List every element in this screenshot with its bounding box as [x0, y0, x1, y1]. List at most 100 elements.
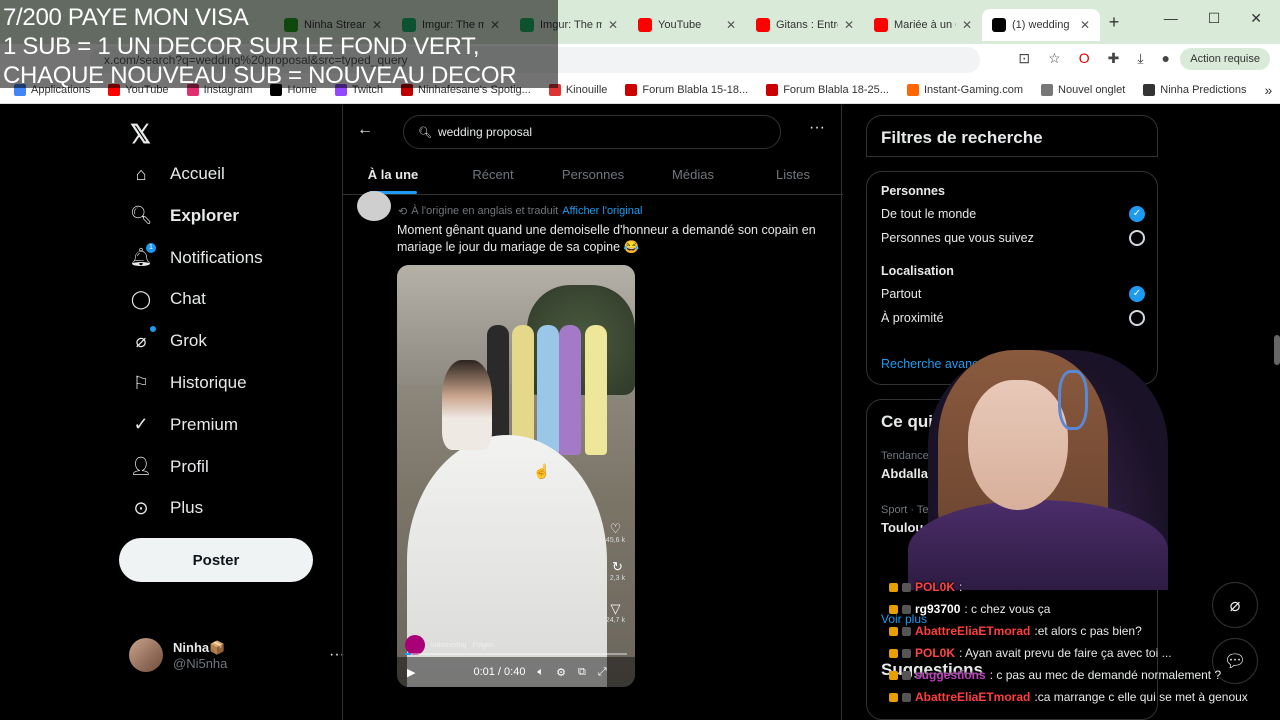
tab-favicon-icon [992, 18, 1006, 32]
left-navigation: 𝕏 ⌂ Accueil 🔍︎ Explorer 🔔︎ 1 Notifications ◯ Cha… [110, 105, 345, 720]
search-icon: 🔍︎ [418, 126, 432, 139]
overlay-line-3: CHAQUE NOUVEAU SUB = NOUVEAU DECOR [3, 62, 517, 89]
search-input[interactable]: 🔍︎ wedding proposal [403, 115, 781, 149]
bookmark-icon [1041, 83, 1054, 96]
filter-option-label: De tout le monde [881, 207, 977, 221]
maximize-icon[interactable]: ☐ [1208, 10, 1221, 27]
bookmark-item[interactable]: Instant-Gaming.com [906, 83, 1023, 96]
translation-note: ⟲ À l'origine en anglais et traduit Affi… [398, 205, 642, 218]
opera-icon[interactable]: O [1079, 50, 1090, 67]
search-tab[interactable]: Personnes [543, 161, 643, 194]
filter-option-anywhere[interactable]: Partout ✓ [881, 286, 1145, 302]
chat-text: :ca marrange c elle qui se met à genoux [1034, 690, 1248, 704]
account-switcher[interactable]: Ninha📦 @Ni5nha ··· [129, 638, 345, 672]
nav-item-label: Grok [170, 331, 207, 351]
x-logo[interactable]: 𝕏 [130, 119, 151, 150]
bookmark-item[interactable]: Ninha Predictions [1143, 83, 1247, 96]
search-tab[interactable]: À la une [343, 161, 443, 194]
bookmark-icon [766, 83, 779, 96]
checked-radio-icon[interactable]: ✓ [1129, 286, 1145, 302]
bookmark-item[interactable]: Nouvel onglet [1041, 83, 1125, 96]
bookmark-item[interactable]: Forum Blabla 18-25... [766, 83, 889, 96]
close-tab-icon[interactable]: ✕ [726, 18, 736, 32]
new-tab-button[interactable]: + [1100, 12, 1128, 33]
fullscreen-icon[interactable]: ⤢ [598, 666, 607, 679]
show-original-link[interactable]: Afficher l'original [562, 205, 642, 218]
nav-item-label: Explorer [170, 205, 239, 225]
download-icon[interactable]: ⤓ [1137, 50, 1143, 67]
chat-message: AbattreEliaETmorad:ca marrange c elle qu… [889, 690, 1248, 704]
translation-note-text: À l'origine en anglais et traduit [411, 205, 559, 217]
search-tab[interactable]: Médias [643, 161, 743, 194]
chat-text: : [959, 580, 963, 594]
play-icon[interactable]: ▶ [407, 666, 415, 679]
nav-item-plus[interactable]: ⊙ Plus [130, 497, 203, 519]
bookmark-label: Kinouille [565, 83, 608, 96]
window-controls: — ☐ ✕ [1164, 10, 1280, 27]
chat-badge-icon [902, 648, 911, 658]
tweet-author-avatar[interactable] [357, 191, 391, 221]
install-icon[interactable]: ⊡ [1018, 50, 1030, 67]
bookmark-label: Ninha Predictions [1160, 83, 1247, 96]
minimize-icon[interactable]: — [1164, 10, 1178, 27]
close-tab-icon[interactable]: ✕ [608, 18, 618, 32]
video-figure [585, 325, 607, 455]
extensions-icon[interactable]: ✚ [1108, 50, 1120, 67]
search-tab[interactable]: Récent [443, 161, 543, 194]
nav-item-historique[interactable]: ⚐ Historique [130, 372, 247, 394]
close-tab-icon[interactable]: ✕ [1080, 18, 1090, 32]
bookmark-label: Forum Blabla 15-18... [642, 83, 749, 96]
browser-tab[interactable]: Gitans : Entre ✕ [746, 9, 864, 41]
chat-badge-icon [889, 582, 898, 592]
settings-icon[interactable]: ⚙ [556, 666, 566, 679]
radio-icon[interactable] [1129, 230, 1145, 246]
stream-chat: POL0K: rg93700: c chez vous ça AbattreElia… [885, 578, 1280, 720]
pip-icon[interactable]: ⧉ [578, 666, 586, 679]
checked-radio-icon[interactable]: ✓ [1129, 206, 1145, 222]
browser-tab[interactable]: (1) wedding ✕ [982, 9, 1100, 41]
volume-icon[interactable]: 🔈︎ [537, 666, 544, 679]
profile-avatar-icon[interactable]: ● [1162, 50, 1170, 67]
filter-option-nearby[interactable]: À proximité [881, 310, 1145, 326]
nav-item-notifications[interactable]: 🔔︎ 1 Notifications [130, 242, 263, 269]
radio-icon[interactable] [1129, 310, 1145, 326]
nav-item-explorer[interactable]: 🔍︎ Explorer [130, 205, 239, 227]
browser-tab[interactable]: Mariée à un C ✕ [864, 9, 982, 41]
close-tab-icon[interactable]: ✕ [844, 18, 854, 32]
scrollbar[interactable] [1274, 335, 1280, 365]
video-time: 0:01 / 0:40 [473, 666, 526, 678]
close-tab-icon[interactable]: ✕ [962, 18, 972, 32]
bookmark-icon [1143, 83, 1156, 96]
back-arrow-icon[interactable]: ← [357, 121, 373, 139]
filter-option-everyone[interactable]: De tout le monde ✓ [881, 206, 1145, 222]
nav-item-accueil[interactable]: ⌂ Accueil [130, 163, 225, 185]
notification-badge: 1 [146, 242, 156, 253]
tiktok-send-icon: ▽ 24,7 k [605, 601, 625, 624]
nav-item-profil[interactable]: 👤︎ Profil [130, 456, 209, 478]
filter-option-following[interactable]: Personnes que vous suivez [881, 230, 1145, 246]
more-bookmarks-icon[interactable]: » [1265, 82, 1280, 98]
browser-tab[interactable]: YouTube ✕ [628, 9, 746, 41]
stream-overlay-text: 7/200 PAYE MON VISA 1 SUB = 1 UN DECOR S… [0, 0, 558, 89]
nav-item-grok[interactable]: ⌀ Grok [130, 326, 207, 352]
nav-item-premium[interactable]: ✓ Premium [130, 414, 238, 436]
overlay-line-2: 1 SUB = 1 UN DECOR SUR LE FOND VERT, [3, 33, 480, 60]
action-required-button[interactable]: Action requise [1180, 48, 1270, 70]
bookmark-item[interactable]: Forum Blabla 15-18... [625, 83, 749, 96]
people-heading: Personnes [881, 184, 945, 198]
chat-message: suggestions: c pas au mec de demandé nor… [889, 668, 1221, 682]
post-button[interactable]: Poster [119, 538, 313, 582]
headset-icon [1058, 370, 1088, 430]
star-icon[interactable]: ☆ [1048, 50, 1061, 67]
translate-icon: ⟲ [398, 206, 408, 218]
more-options-icon[interactable]: ··· [809, 119, 825, 137]
search-icon: 🔍︎ [129, 205, 153, 226]
profile-name: Ninha📦 [173, 639, 226, 655]
tweet-video[interactable]: ♡ 45,6 k ↻ 2,3 k ▽ 24,7 k ludivinedng Folge… [397, 265, 635, 687]
search-tab[interactable]: Listes [743, 161, 843, 194]
video-progress-bar[interactable] [405, 653, 627, 655]
chat-username: rg93700 [915, 602, 961, 616]
nav-item-chat[interactable]: ◯ Chat [130, 288, 206, 310]
close-window-icon[interactable]: ✕ [1250, 10, 1262, 27]
chat-badge-icon [902, 626, 911, 636]
